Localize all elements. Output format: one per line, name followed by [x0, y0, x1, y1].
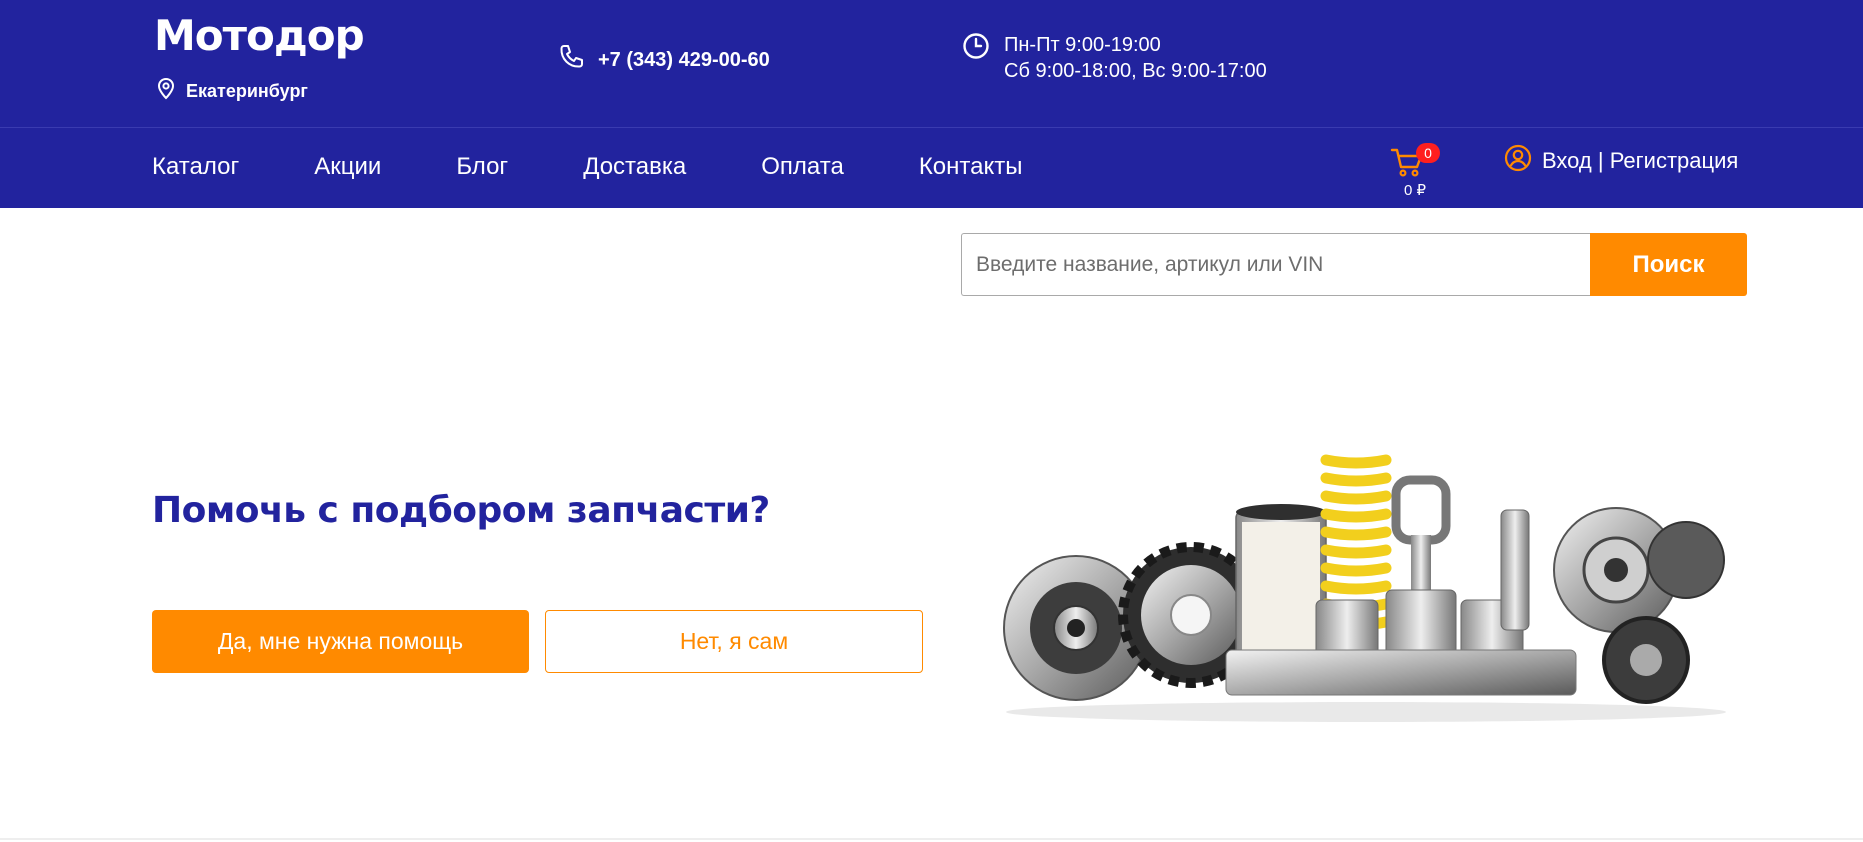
login-register-link[interactable]: Вход | Регистрация: [1504, 144, 1738, 178]
clock-icon: [962, 32, 990, 84]
search-input[interactable]: [961, 233, 1590, 296]
valve-part: [1500, 509, 1530, 631]
nav-item-payment[interactable]: Оплата: [761, 150, 844, 184]
main-nav: Каталог Акции Блог Доставка Оплата Конта…: [152, 150, 1098, 184]
cart-button[interactable]: 0 0 ₽: [1390, 143, 1440, 199]
auto-parts-image: [996, 450, 1736, 725]
city-selector[interactable]: Екатеринбург: [156, 77, 308, 105]
phone-number: +7 (343) 429-00-60: [598, 48, 770, 71]
hours-weekdays: Пн-Пт 9:00-19:00: [1004, 34, 1161, 56]
hours-weekend: Сб 9:00-18:00, Вс 9:00-17:00: [1004, 60, 1267, 82]
cart-sum: 0 ₽: [1404, 182, 1427, 199]
promo-title: Помочь с подбором запчасти?: [152, 490, 770, 531]
turbocharger-part: [1553, 507, 1725, 704]
need-help-button[interactable]: Да, мне нужна помощь: [152, 610, 529, 673]
section-divider: [0, 838, 1863, 840]
nav-item-delivery[interactable]: Доставка: [583, 150, 686, 184]
cart-count-badge: 0: [1416, 143, 1440, 163]
search-button[interactable]: Поиск: [1590, 233, 1747, 296]
user-icon: [1504, 144, 1532, 178]
nav-item-catalog[interactable]: Каталог: [152, 150, 239, 184]
site-logo[interactable]: Мотодор: [154, 14, 365, 58]
search-bar: Поиск: [961, 233, 1747, 296]
phone-icon: [558, 44, 584, 76]
phone-link[interactable]: +7 (343) 429-00-60: [558, 44, 770, 76]
city-label: Екатеринбург: [186, 81, 308, 101]
self-select-button[interactable]: Нет, я сам: [545, 610, 923, 673]
nav-item-promotions[interactable]: Акции: [314, 150, 381, 184]
location-pin-icon: [156, 77, 176, 105]
login-register-label: Вход | Регистрация: [1542, 148, 1739, 173]
working-hours: Пн-Пт 9:00-19:00 Сб 9:00-18:00, Вс 9:00-…: [962, 32, 1267, 84]
nav-item-contacts[interactable]: Контакты: [919, 150, 1023, 184]
nav-item-blog[interactable]: Блог: [456, 150, 508, 184]
